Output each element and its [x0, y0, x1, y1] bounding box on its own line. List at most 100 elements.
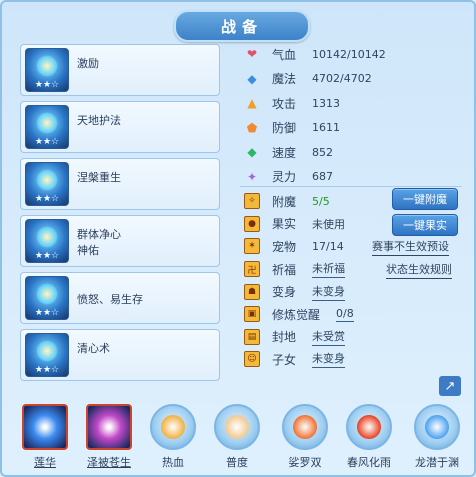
bottom-skill-label: 莲华 — [34, 456, 56, 469]
stat-value: 1313 — [312, 96, 340, 110]
skill-circle-icon[interactable] — [150, 404, 196, 450]
stat-label: 防御 — [272, 121, 297, 136]
skill-icon[interactable]: ★★☆ — [25, 162, 69, 206]
attr-label: 祈福 — [272, 262, 297, 277]
attr-value: 5/5 — [312, 194, 330, 208]
skill-square-icon[interactable] — [86, 404, 132, 450]
attr-label: 变身 — [272, 285, 297, 300]
attr-row[interactable]: ☺ 子女 未变身 — [242, 348, 472, 371]
attr-value[interactable]: 0/8 — [336, 307, 354, 322]
skill-icon[interactable]: ★★☆ — [25, 276, 69, 320]
bottom-skill-slot[interactable]: 普度 — [210, 402, 264, 474]
attr-label: 附魔 — [272, 194, 297, 209]
attr-label: 修炼觉醒 — [272, 307, 321, 322]
bottom-skill-slot[interactable]: 泽被苍生 — [82, 402, 136, 474]
skill-circle-icon[interactable] — [214, 404, 260, 450]
stat-label: 速度 — [272, 145, 297, 160]
bottom-skill-label: 泽被苍生 — [87, 456, 131, 469]
one-click-fruit-button[interactable]: 一键果实 — [392, 214, 458, 236]
bottom-skill-label: 龙潜于渊 — [415, 456, 459, 469]
bottom-skill-slot[interactable]: 春风化雨 — [342, 402, 396, 474]
skill-square-icon[interactable] — [22, 404, 68, 450]
stat-row: ❤ 气血 10142/10142 — [242, 42, 472, 67]
skill-circle-icon[interactable] — [346, 404, 392, 450]
skill-stars: ★★☆ — [34, 308, 60, 318]
attack-icon: ▲ — [247, 96, 257, 111]
bottom-skill-label: 普度 — [226, 456, 248, 469]
divider — [240, 186, 462, 187]
attr-label: 宠物 — [272, 239, 297, 254]
battle-prep-panel: 战备 ★★☆ 激励 ★★☆ 天地护法 ★★☆ 涅槃重生 ★★☆ 群体净心 神佑 … — [0, 0, 476, 477]
heart-icon: ❤ — [246, 47, 258, 62]
attr-value[interactable]: 未祈福 — [312, 260, 345, 279]
skill-stars: ★★☆ — [34, 194, 60, 204]
stat-label: 攻击 — [272, 96, 297, 111]
rules-link[interactable]: 状态生效规则 — [386, 261, 452, 279]
stat-value: 10142/10142 — [312, 47, 386, 61]
skill-row[interactable]: ★★☆ 涅槃重生 — [20, 158, 220, 210]
skill-stars: ★★☆ — [34, 365, 60, 375]
transform-icon: ☗ — [244, 283, 260, 300]
stat-value: 852 — [312, 145, 333, 159]
skill-stars: ★★☆ — [34, 251, 60, 261]
stat-row: ◆ 魔法 4702/4702 — [242, 67, 472, 92]
stat-label: 灵力 — [272, 170, 297, 185]
attr-value[interactable]: 未变身 — [312, 350, 345, 369]
bottom-skill-label: 热血 — [162, 456, 184, 469]
pet-icon: ✶ — [244, 238, 260, 255]
stat-row: ◆ 速度 852 — [242, 140, 472, 165]
bottom-skill-label: 春风化雨 — [347, 456, 391, 469]
child-icon: ☺ — [244, 351, 260, 368]
share-icon[interactable]: ↗ — [439, 376, 461, 396]
skill-row[interactable]: ★★☆ 愤怒、易生存 — [20, 272, 220, 324]
skill-circle-icon[interactable] — [414, 404, 460, 450]
skill-icon[interactable]: ★★☆ — [25, 105, 69, 149]
stat-label: 魔法 — [272, 72, 297, 87]
one-click-enchant-button[interactable]: 一键附魔 — [392, 188, 458, 210]
skill-name: 涅槃重生 — [77, 171, 121, 184]
skill-list: ★★☆ 激励 ★★☆ 天地护法 ★★☆ 涅槃重生 ★★☆ 群体净心 神佑 ★★☆… — [20, 44, 220, 386]
bottom-skill-slot[interactable]: 莲华 — [18, 402, 72, 474]
skill-name-secondary: 神佑 — [77, 244, 99, 257]
cultivation-icon: ▣ — [244, 306, 260, 323]
stat-value: 1611 — [312, 121, 340, 135]
attr-row[interactable]: ▤ 封地 未受赏 — [242, 326, 472, 349]
skill-stars: ★★☆ — [34, 137, 60, 147]
skill-name: 天地护法 — [77, 114, 121, 127]
skill-icon[interactable]: ★★☆ — [25, 219, 69, 263]
skill-row[interactable]: ★★☆ 群体净心 神佑 — [20, 215, 220, 267]
skill-row[interactable]: ★★☆ 天地护法 — [20, 101, 220, 153]
bottom-skill-bar: 莲华 泽被苍生 热血 普度 娑罗双 春风化雨 龙潜于渊 — [14, 402, 470, 474]
stat-value: 4702/4702 — [312, 72, 372, 86]
attr-value: 17/14 — [312, 239, 344, 253]
stat-row: ⬟ 防御 1611 — [242, 116, 472, 141]
fief-icon: ▤ — [244, 328, 260, 345]
skill-name: 愤怒、易生存 — [77, 293, 143, 306]
bottom-skill-label: 娑罗双 — [288, 456, 322, 469]
preset-link[interactable]: 赛事不生效预设 — [372, 238, 449, 256]
skill-icon[interactable]: ★★☆ — [25, 333, 69, 377]
stat-row: ▲ 攻击 1313 — [242, 91, 472, 116]
attr-value[interactable]: 未变身 — [312, 283, 345, 301]
attr-label: 果实 — [272, 217, 297, 232]
stat-value: 687 — [312, 170, 333, 184]
attr-row[interactable]: ▣ 修炼觉醒 0/8 — [242, 303, 472, 326]
skill-circle-icon[interactable] — [282, 404, 328, 450]
skill-icon[interactable]: ★★☆ — [25, 48, 69, 92]
speed-icon: ◆ — [247, 145, 257, 160]
stat-label: 气血 — [272, 47, 297, 62]
bottom-skill-slot[interactable]: 龙潜于渊 — [410, 402, 464, 474]
skill-name: 群体净心 — [77, 228, 121, 241]
skill-row[interactable]: ★★☆ 激励 — [20, 44, 220, 96]
attr-value[interactable]: 未受赏 — [312, 328, 345, 346]
enchant-icon: ✧ — [244, 193, 260, 210]
attr-value: 未使用 — [312, 217, 345, 231]
defense-icon: ⬟ — [246, 120, 258, 135]
mana-icon: ◆ — [247, 71, 257, 86]
skill-row[interactable]: ★★☆ 清心术 — [20, 329, 220, 381]
bottom-skill-slot[interactable]: 热血 — [146, 402, 200, 474]
attr-row[interactable]: ☗ 变身 未变身 — [242, 280, 472, 303]
panel-title: 战备 — [174, 10, 310, 42]
fruit-icon: ● — [244, 215, 260, 232]
bottom-skill-slot[interactable]: 娑罗双 — [278, 402, 332, 474]
